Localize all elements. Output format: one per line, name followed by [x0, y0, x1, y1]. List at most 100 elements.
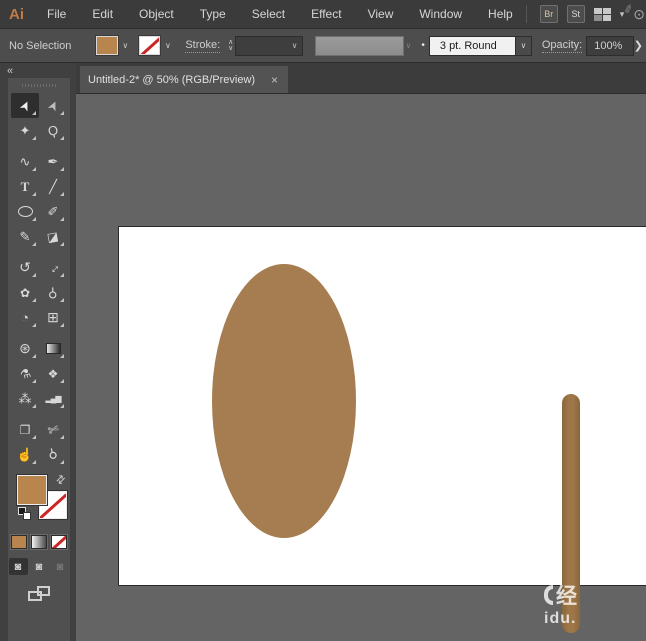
opacity-select[interactable]: 100%	[586, 36, 634, 56]
tool-shape-builder[interactable]: ◔	[11, 305, 39, 330]
shape-builder-icon: ◔	[21, 310, 29, 325]
menu-window[interactable]: Window	[406, 7, 475, 21]
dock-header: «	[0, 63, 76, 78]
tool-type[interactable]: T	[11, 174, 39, 199]
tool-paintbrush[interactable]: ✐	[39, 199, 67, 224]
slice-icon: ✄	[45, 420, 61, 439]
brush-definition-chevron-icon[interactable]: ∨	[516, 36, 532, 56]
more-options-arrow-icon[interactable]: ❯	[634, 39, 646, 52]
tab-close-icon[interactable]: ×	[269, 73, 280, 87]
tool-curvature[interactable]: ∿	[11, 149, 39, 174]
tool-scale[interactable]: ↔	[39, 255, 67, 280]
free-transform-icon: ⚲	[48, 285, 58, 301]
stock-button[interactable]: St	[567, 5, 585, 23]
menu-effect[interactable]: Effect	[298, 7, 354, 21]
fill-swatch[interactable]	[17, 475, 47, 505]
tool-pencil[interactable]: ✎	[11, 224, 39, 249]
watermark: 经 idu.	[544, 582, 646, 628]
tool-lasso[interactable]: Ϙ	[39, 118, 67, 143]
none-button[interactable]	[51, 535, 67, 549]
menu-edit[interactable]: Edit	[79, 7, 126, 21]
tool-free-transform[interactable]: ⚲	[39, 280, 67, 305]
tool-rotate[interactable]: ↺	[11, 255, 39, 280]
collapse-panel-icon[interactable]: «	[7, 66, 13, 76]
tool-hand[interactable]: ☝	[11, 442, 39, 467]
menu-select[interactable]: Select	[239, 7, 298, 21]
document-tab[interactable]: Untitled-2* @ 50% (RGB/Preview) ×	[80, 66, 288, 93]
menu-view[interactable]: View	[355, 7, 407, 21]
lasso-icon: Ϙ	[46, 122, 59, 139]
stroke-width-stepper[interactable]: ∧ ∨	[228, 40, 233, 52]
width-icon: ✿	[20, 286, 30, 300]
mesh-icon: ⊛	[19, 340, 31, 357]
fill-dropdown-chevron-icon[interactable]: ∨	[118, 36, 133, 55]
app-logo: Ai	[0, 6, 34, 23]
stroke-color-swatch[interactable]	[139, 36, 161, 55]
stroke-width-select[interactable]: ∨	[235, 36, 302, 56]
perspective-grid-icon: ⊞	[47, 309, 59, 326]
bridge-button[interactable]: Br	[540, 5, 558, 23]
tool-dock: « ➤➤ ✦ Ϙ ∿ ✒ T╱✐✎◪ ↺ ↔ ✿ ⚲ ◔ ⊞ ⊛ ⚗ ❖ ⁂▂▄▆ ❐ ✄ ☝ ☌ ⇄ ◙	[0, 63, 76, 641]
ellipse-shape[interactable]	[212, 264, 356, 538]
tool-direct-selection[interactable]: ➤	[39, 93, 67, 118]
menubar-separator	[526, 5, 527, 23]
tool-perspective-grid[interactable]: ⊞	[39, 305, 67, 330]
tool-gradient[interactable]	[39, 336, 67, 361]
gpu-performance-icon[interactable]: ✐ ⊙	[633, 6, 645, 23]
tool-symbol-sprayer[interactable]: ⁂	[11, 386, 39, 411]
tools-panel: ➤➤ ✦ Ϙ ∿ ✒ T╱✐✎◪ ↺ ↔ ✿ ⚲ ◔ ⊞ ⊛ ⚗ ❖ ⁂▂▄▆ ❐ ✄ ☝ ☌ ⇄ ◙ ◙ ◙	[8, 78, 70, 641]
panel-grip[interactable]	[22, 82, 56, 89]
gradient-icon	[46, 343, 61, 354]
tool-column-graph[interactable]: ▂▄▆	[39, 386, 67, 411]
workspace-switcher-icon[interactable]	[594, 8, 611, 21]
menu-bar: Ai FileEditObjectTypeSelectEffectViewWin…	[0, 0, 646, 29]
pen-icon: ✒	[48, 154, 59, 170]
stepper-down-icon[interactable]: ∨	[228, 46, 233, 52]
tool-selection[interactable]: ➤	[11, 93, 39, 118]
draw-behind-button[interactable]: ◙	[30, 558, 49, 575]
tool-magic-wand[interactable]: ✦	[11, 118, 39, 143]
color-button[interactable]	[11, 535, 27, 549]
brush-definition-select[interactable]: 3 pt. Round	[429, 36, 516, 56]
tool-zoom[interactable]: ☌	[39, 442, 67, 467]
canvas[interactable]: 经 idu.	[76, 94, 646, 641]
gradient-button[interactable]	[31, 535, 47, 549]
rotate-icon: ↺	[19, 259, 31, 276]
tool-eraser[interactable]: ◪	[39, 224, 67, 249]
hand-icon: ☝	[17, 447, 33, 463]
tool-blend[interactable]: ❖	[39, 361, 67, 386]
tool-pen[interactable]: ✒	[39, 149, 67, 174]
tool-grid: ➤➤ ✦ Ϙ ∿ ✒ T╱✐✎◪ ↺ ↔ ✿ ⚲ ◔ ⊞ ⊛ ⚗ ❖ ⁂▂▄▆ ❐ ✄ ☝ ☌	[8, 93, 70, 467]
fill-stroke-cluster: ⇄	[8, 473, 70, 529]
draw-normal-button[interactable]: ◙	[9, 558, 28, 575]
stroke-label[interactable]: Stroke:	[185, 39, 220, 53]
tool-width[interactable]: ✿	[11, 280, 39, 305]
swap-fill-stroke-icon[interactable]: ⇄	[53, 472, 69, 488]
tool-line-segment[interactable]: ╱	[39, 174, 67, 199]
default-fill-stroke-icon[interactable]	[18, 507, 31, 520]
menubar-right-cluster: Br St ▾ ✐ ⊙	[526, 5, 646, 23]
menu-help[interactable]: Help	[475, 7, 526, 21]
menu-file[interactable]: File	[34, 7, 79, 21]
stroke-width-chevron-icon[interactable]: ∨	[288, 41, 302, 50]
menu-type[interactable]: Type	[187, 7, 239, 21]
tool-eyedropper[interactable]: ⚗	[11, 361, 39, 386]
illustrator-window: Ai FileEditObjectTypeSelectEffectViewWin…	[0, 0, 646, 641]
tool-slice[interactable]: ✄	[39, 417, 67, 442]
tool-artboard[interactable]: ❐	[11, 417, 39, 442]
fill-color-swatch[interactable]	[96, 36, 118, 55]
change-screen-mode-button[interactable]	[28, 586, 50, 602]
blend-icon: ❖	[48, 367, 59, 381]
draw-modes-row: ◙ ◙ ◙	[8, 558, 70, 575]
menu-object[interactable]: Object	[126, 7, 187, 21]
magic-wand-icon: ✦	[20, 123, 31, 139]
stroke-dropdown-chevron-icon[interactable]: ∨	[160, 36, 175, 55]
artboard-icon: ❐	[20, 423, 31, 437]
direct-selection-icon: ➤	[43, 97, 62, 114]
tool-mesh[interactable]: ⊛	[11, 336, 39, 361]
opacity-label[interactable]: Opacity:	[542, 39, 582, 53]
scale-icon: ↔	[43, 258, 63, 278]
menu-items: FileEditObjectTypeSelectEffectViewWindow…	[34, 7, 526, 21]
rounded-bar-shape[interactable]	[562, 394, 580, 633]
tool-ellipse[interactable]	[11, 199, 39, 224]
